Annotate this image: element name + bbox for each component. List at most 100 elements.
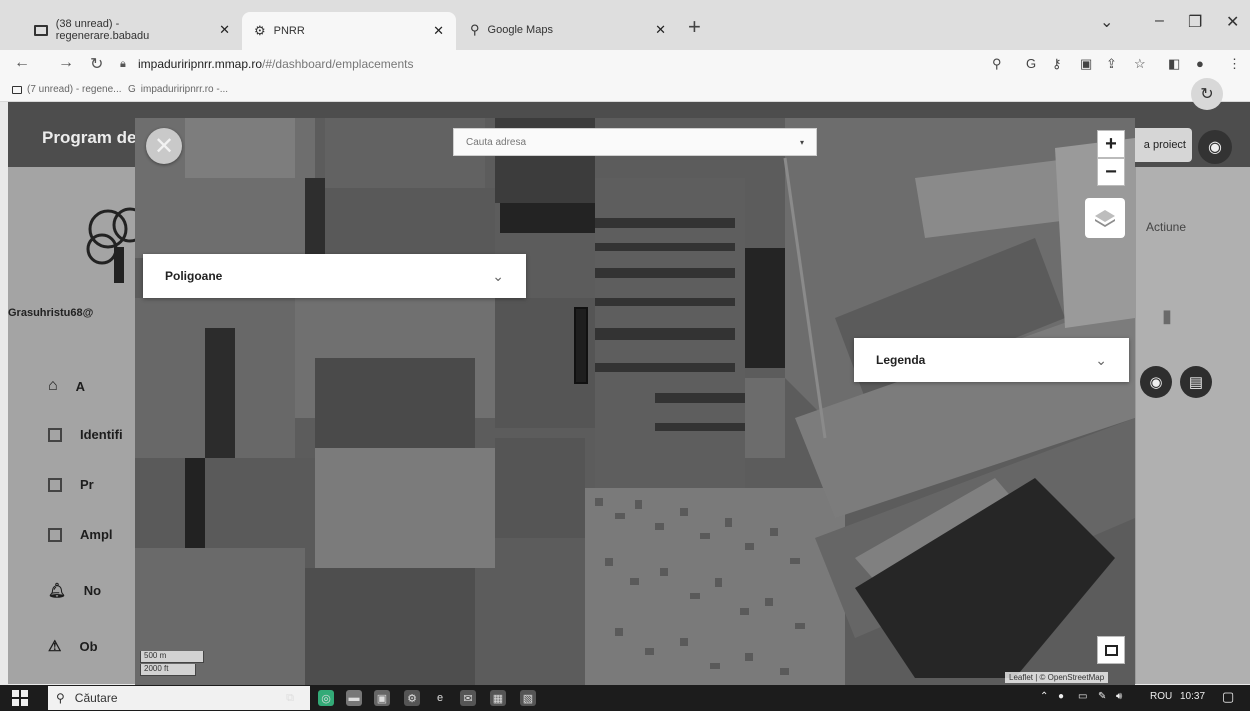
sidebar-item-amplasamente[interactable]: Ampl — [48, 527, 113, 542]
forward-arrow-icon[interactable]: → — [58, 54, 74, 72]
tab-search-chevron-icon[interactable]: ⌄ — [1100, 12, 1113, 32]
view-button[interactable]: ◉ — [1198, 130, 1232, 164]
mail-icon — [34, 24, 48, 36]
app-icon-photos[interactable]: ▧ — [520, 690, 536, 706]
side-panel-icon[interactable]: ◧ — [1168, 56, 1180, 72]
translate-icon[interactable]: ▣ — [1080, 56, 1092, 72]
address-search-input[interactable]: Cauta adresa ▾ — [453, 128, 817, 156]
url-path: /#/dashboard/emplacements — [262, 57, 414, 71]
app-icon-gear[interactable]: ⚙ — [404, 690, 420, 706]
reload-icon[interactable]: ↻ — [90, 54, 103, 74]
tab-google-maps[interactable]: ⚲ Google Maps ✕ — [458, 14, 678, 46]
address-bar-row: ← → ↻ 🔒︎ impaduriripnrr.mmap.ro/#/dashbo… — [0, 50, 1250, 80]
close-tab-icon[interactable]: ✕ — [433, 23, 444, 39]
restore-button[interactable]: ❐ — [1188, 12, 1202, 32]
notifications-icon[interactable]: ▢ — [1222, 689, 1234, 705]
back-arrow-icon[interactable]: ← — [14, 54, 30, 72]
close-tab-icon[interactable]: ✕ — [219, 22, 230, 38]
mail-app-icon[interactable]: ✉ — [460, 690, 476, 706]
warning-icon: ⚠ — [48, 638, 62, 655]
row-view-button[interactable]: ◉ — [1140, 366, 1172, 398]
home-icon: ⌂ — [48, 377, 58, 394]
row-document-button[interactable]: ▤ — [1180, 366, 1212, 398]
key-icon[interactable]: ⚷ — [1052, 56, 1062, 72]
trash-icon[interactable]: ▮ — [1162, 306, 1172, 327]
fullscreen-button[interactable] — [1097, 636, 1125, 664]
sidebar-item-label: Ampl — [80, 527, 113, 542]
bookmark-impaduriri[interactable]: G impaduriripnrr.ro -... — [128, 84, 228, 95]
satellite-imagery — [135, 118, 1135, 685]
clock[interactable]: 10:37 — [1180, 691, 1205, 702]
search-icon: ⚲ — [56, 691, 65, 705]
chevron-down-icon: ⌄ — [1095, 351, 1107, 368]
layers-button[interactable] — [1085, 198, 1125, 238]
sidebar-item-home[interactable]: ⌂ A — [48, 377, 85, 395]
sidebar-item-proiecte[interactable]: Pr — [48, 477, 94, 492]
bookmark-label: (7 unread) - regene... — [27, 84, 122, 95]
tray-chevron-up-icon[interactable]: ⌃ — [1040, 691, 1048, 702]
chevron-down-icon: ⌄ — [492, 267, 504, 284]
pen-icon[interactable]: ✎ — [1098, 691, 1106, 702]
language-indicator[interactable]: ROU — [1150, 691, 1172, 702]
app-icon-calendar[interactable]: ▦ — [490, 690, 506, 706]
legend-panel[interactable]: Legenda ⌄ — [854, 338, 1129, 382]
star-icon[interactable]: ☆ — [1134, 56, 1146, 72]
legend-panel-title: Legenda — [876, 353, 926, 367]
dropdown-dot-icon: ▾ — [799, 137, 804, 147]
satellite-map[interactable] — [135, 118, 1135, 685]
polygons-panel[interactable]: Poligoane ⌄ — [143, 254, 526, 298]
menu-dots-icon[interactable]: ⋮ — [1228, 56, 1241, 72]
edge-icon[interactable]: e — [432, 690, 448, 706]
store-icon[interactable]: ▣ — [374, 690, 390, 706]
google-icon[interactable]: G — [1026, 56, 1036, 71]
tab-email[interactable]: (38 unread) - regenerare.babadu ✕ — [22, 14, 242, 46]
close-window-button[interactable]: ✕ — [1226, 12, 1239, 32]
chrome-icon[interactable]: ◎ — [318, 690, 334, 706]
mail-icon — [12, 85, 22, 94]
id-card-icon — [48, 477, 62, 492]
username: Grasuhristu68@ — [8, 307, 94, 319]
new-tab-button[interactable]: + — [688, 14, 701, 40]
sidebar-item-identificare[interactable]: Identifi — [48, 427, 123, 442]
id-card-icon — [48, 427, 62, 442]
zoom-out-button[interactable]: − — [1097, 158, 1125, 186]
tray-app-icon[interactable]: ● — [1058, 691, 1064, 702]
sidebar-item-label: Identifi — [80, 427, 123, 442]
close-tab-icon[interactable]: ✕ — [655, 22, 666, 38]
task-view-icon[interactable]: ⧉ — [282, 690, 298, 706]
sidebar-item-label: Ob — [79, 638, 98, 654]
refresh-icon: ↻ — [1200, 86, 1214, 103]
site-icon: ⚙ — [254, 23, 266, 38]
profile-icon[interactable]: ● — [1196, 56, 1204, 71]
share-icon[interactable]: ⇪ — [1106, 56, 1117, 72]
taskbar-search[interactable]: ⚲ Căutare — [48, 686, 310, 710]
tab-title: PNRR — [273, 25, 305, 37]
sidebar-item-notificari[interactable]: 🔔︎ No — [48, 582, 101, 599]
sidebar-item-label: A — [75, 378, 86, 394]
taskbar-search-placeholder: Căutare — [74, 691, 118, 705]
scale-bar-metric: 500 m — [140, 651, 204, 663]
lock-icon[interactable]: 🔒︎ — [120, 58, 126, 71]
layers-icon — [1095, 210, 1115, 227]
browser-tab-bar: (38 unread) - regenerare.babadu ✕ ⚙ PNRR… — [0, 0, 1250, 50]
location-icon[interactable]: ⚲ — [992, 56, 1002, 72]
volume-icon[interactable]: 🔊︎ — [1116, 691, 1122, 702]
fullscreen-icon — [1104, 644, 1118, 656]
file-explorer-icon[interactable]: ▬ — [346, 690, 362, 706]
actions-column-header: Actiune — [1146, 220, 1187, 234]
tab-pnrr[interactable]: ⚙ PNRR ✕ — [242, 12, 456, 50]
close-icon: ✕ — [153, 132, 175, 160]
close-map-button[interactable]: ✕ — [146, 128, 182, 164]
eye-icon: ◉ — [1149, 374, 1163, 391]
refresh-button[interactable]: ↻ — [1191, 78, 1223, 110]
url-field[interactable]: impaduriripnrr.mmap.ro/#/dashboard/empla… — [138, 57, 413, 71]
windows-start-icon[interactable] — [12, 690, 28, 706]
map-attribution[interactable]: Leaflet | © OpenStreetMap — [1005, 672, 1109, 683]
bookmark-email[interactable]: (7 unread) - regene... — [12, 84, 122, 95]
id-card-icon — [48, 527, 62, 542]
network-icon[interactable]: ▭ — [1078, 691, 1087, 702]
app-right-panel — [1136, 167, 1250, 684]
minimize-button[interactable]: – — [1155, 12, 1164, 30]
zoom-in-button[interactable]: + — [1097, 130, 1125, 158]
sidebar-item-obiectii[interactable]: ⚠ Ob — [48, 637, 98, 655]
